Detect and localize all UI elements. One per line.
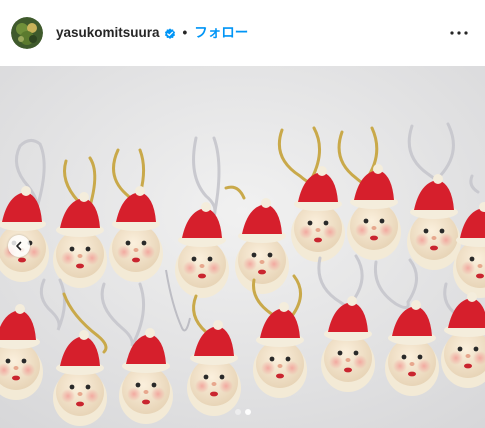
carousel-dot <box>234 409 241 415</box>
carousel-indicator <box>0 409 485 415</box>
follow-button[interactable]: フォロー <box>194 24 248 42</box>
instagram-post: yasukomitsuura • フォロー <box>0 0 485 428</box>
more-options-icon[interactable] <box>447 21 471 45</box>
post-photo[interactable] <box>0 66 485 428</box>
post-header: yasukomitsuura • フォロー <box>0 0 485 66</box>
avatar[interactable] <box>11 17 43 49</box>
carousel-dot-active <box>244 409 251 415</box>
verified-badge-icon <box>164 27 176 39</box>
separator-dot: • <box>182 25 188 40</box>
user-line: yasukomitsuura • フォロー <box>56 24 248 42</box>
chevron-left-icon[interactable] <box>8 235 30 257</box>
username-link[interactable]: yasukomitsuura <box>56 24 160 42</box>
